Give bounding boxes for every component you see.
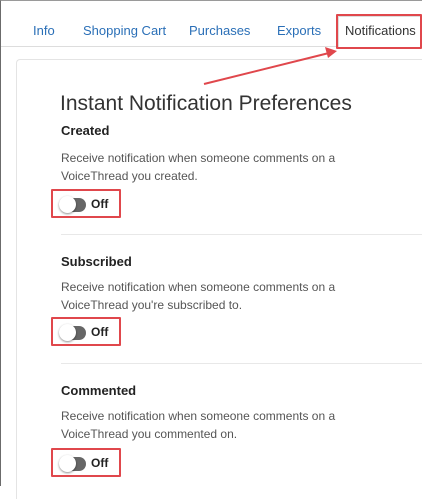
- toggle-state-label: Off: [91, 456, 109, 470]
- tab-highlight-box: [336, 14, 422, 49]
- toggle-switch-track[interactable]: [59, 324, 86, 341]
- tab-shopping-cart[interactable]: Shopping Cart: [83, 23, 166, 39]
- toggle-subscribed[interactable]: Off: [51, 317, 121, 346]
- section-description-subscribed: Receive notification when someone commen…: [61, 280, 336, 312]
- toggle-state-label: Off: [91, 197, 109, 211]
- section-description-commented: Receive notification when someone commen…: [61, 409, 336, 441]
- page-title: Instant Notification Preferences: [60, 92, 352, 115]
- tab-bar: Info Shopping Cart Purchases Exports Not…: [1, 1, 422, 49]
- section-description-created: Receive notification when someone commen…: [61, 151, 336, 183]
- section-title-commented: Commented: [61, 383, 137, 398]
- toggle-state-label: Off: [91, 325, 109, 339]
- tab-info[interactable]: Info: [33, 23, 55, 39]
- toggle-commented[interactable]: Off: [51, 448, 121, 477]
- window-frame: Info Shopping Cart Purchases Exports Not…: [0, 0, 422, 499]
- tab-purchases[interactable]: Purchases: [189, 23, 250, 39]
- toggle-switch-track[interactable]: [59, 455, 86, 472]
- toggle-knob: [59, 196, 76, 213]
- section-divider: [61, 363, 422, 364]
- toggle-created[interactable]: Off: [51, 189, 121, 218]
- toggle-knob: [59, 324, 76, 341]
- section-divider: [61, 234, 422, 235]
- tab-exports[interactable]: Exports: [277, 23, 321, 39]
- section-title-subscribed: Subscribed: [61, 254, 132, 269]
- toggle-switch-track[interactable]: [59, 196, 86, 213]
- section-title-created: Created: [61, 123, 110, 138]
- toggle-knob: [59, 455, 76, 472]
